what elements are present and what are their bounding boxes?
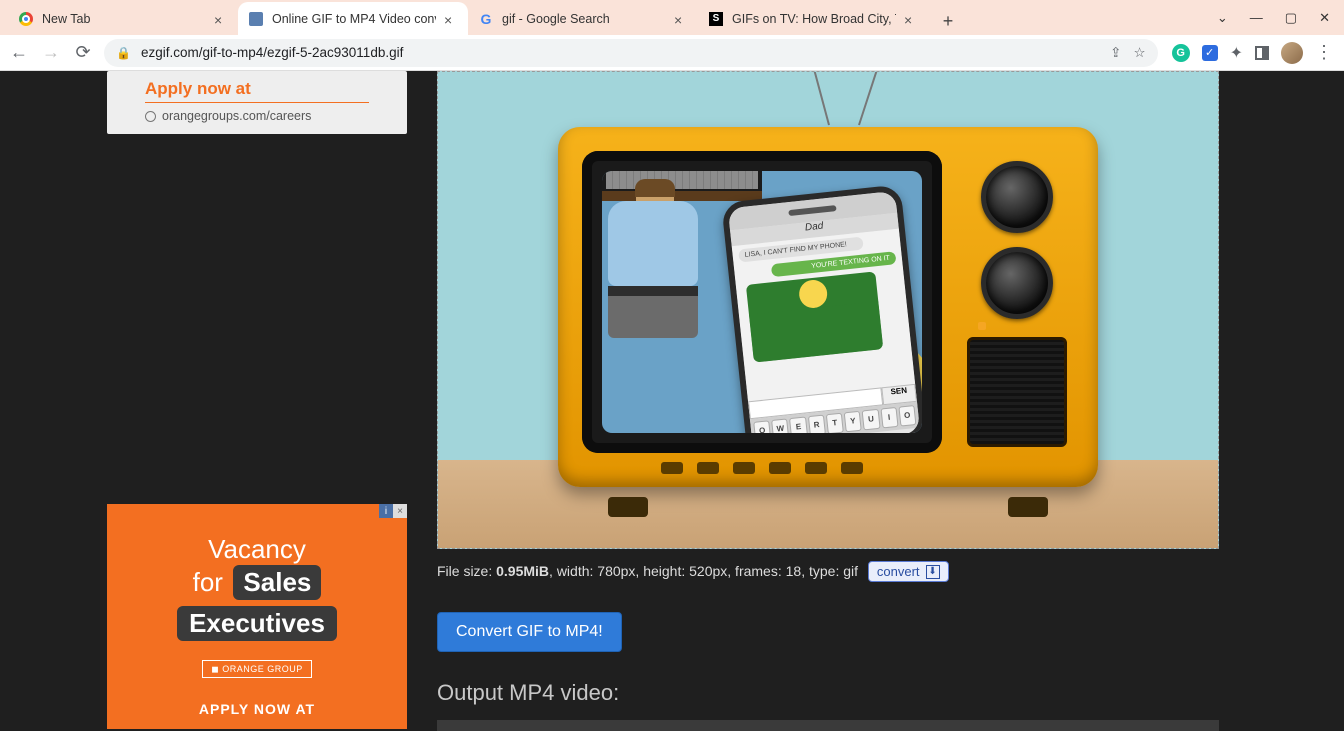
convert-button[interactable]: Convert GIF to MP4! xyxy=(437,612,622,652)
tab-title: gif - Google Search xyxy=(502,12,666,26)
tv-knob xyxy=(981,161,1053,233)
tab-title: GIFs on TV: How Broad City, The xyxy=(732,12,896,26)
ad-badge: ◼ ORANGE GROUP xyxy=(202,660,311,678)
minimize-icon[interactable]: — xyxy=(1250,10,1263,25)
chevron-down-icon[interactable]: ⌄ xyxy=(1217,10,1228,26)
send-label: SEN xyxy=(881,384,917,405)
gif-bubble xyxy=(746,271,883,362)
share-icon[interactable]: ⇪ xyxy=(1110,45,1121,61)
tab-title: Online GIF to MP4 Video convert xyxy=(272,12,436,26)
sidepanel-icon[interactable] xyxy=(1255,46,1269,60)
ad-cta: APPLY NOW AT xyxy=(107,701,407,717)
close-icon[interactable]: × xyxy=(214,12,228,26)
ad-apply-text: Apply now at xyxy=(145,79,369,103)
tv-speaker xyxy=(967,337,1067,447)
ad-careers-text: orangegroups.com/careers xyxy=(145,109,407,123)
close-icon[interactable]: × xyxy=(444,12,458,26)
ad-text: for xyxy=(193,567,223,597)
output-heading: Output MP4 video: xyxy=(437,680,1344,706)
file-size: 0.95MiB xyxy=(496,563,549,579)
convert-link[interactable]: convert ⬇ xyxy=(868,561,949,582)
window-controls: ⌄ — ▢ ✕ xyxy=(1217,0,1344,35)
tab-gifs-on-tv[interactable]: S GIFs on TV: How Broad City, The × xyxy=(698,2,928,35)
tv-knob xyxy=(981,247,1053,319)
ad-info-icon[interactable]: i xyxy=(379,504,393,518)
close-icon[interactable]: × xyxy=(904,12,918,26)
extensions-area: G ✓ ✦ ⋮ xyxy=(1168,42,1336,64)
address-bar[interactable]: 🔒 ezgif.com/gif-to-mp4/ezgif-5-2ac93011d… xyxy=(104,39,1158,67)
page-viewport: Apply now at orangegroups.com/careers i … xyxy=(0,71,1344,731)
menu-icon[interactable]: ⋮ xyxy=(1315,42,1332,63)
file-meta: File size: 0.95MiB, width: 780px, height… xyxy=(437,561,1344,582)
url-text: ezgif.com/gif-to-mp4/ezgif-5-2ac93011db.… xyxy=(141,45,403,60)
tab-newtab[interactable]: New Tab × xyxy=(8,2,238,35)
profile-avatar[interactable] xyxy=(1281,42,1303,64)
ad-banner-top[interactable]: Apply now at orangegroups.com/careers xyxy=(107,71,407,134)
chrome-icon xyxy=(18,11,34,27)
grammarly-icon[interactable]: G xyxy=(1172,44,1190,62)
ezgif-icon xyxy=(248,11,264,27)
main-column: Dad LISA, I CAN'T FIND MY PHONE! YOU'RE … xyxy=(437,71,1344,731)
ad-banner-side[interactable]: i × Vacancy for Sales Executives ◼ ORANG… xyxy=(107,504,407,729)
close-icon[interactable]: × xyxy=(674,12,688,26)
lock-icon: 🔒 xyxy=(116,46,131,60)
ad-text: Sales xyxy=(233,565,321,600)
square-s-icon: S xyxy=(708,11,724,27)
google-icon: G xyxy=(478,11,494,27)
ad-text: Vacancy xyxy=(208,534,306,564)
toolbar: ← → ⟳ 🔒 ezgif.com/gif-to-mp4/ezgif-5-2ac… xyxy=(0,35,1344,71)
tabstrip: New Tab × Online GIF to MP4 Video conver… xyxy=(0,0,1344,35)
globe-icon xyxy=(145,111,156,122)
download-icon: ⬇ xyxy=(926,565,940,579)
gif-preview: Dad LISA, I CAN'T FIND MY PHONE! YOU'RE … xyxy=(437,71,1219,549)
phone-illustration: Dad LISA, I CAN'T FIND MY PHONE! YOU'RE … xyxy=(721,184,922,433)
tab-google[interactable]: G gif - Google Search × xyxy=(468,2,698,35)
ad-close-icon[interactable]: × xyxy=(393,504,407,518)
back-button[interactable]: ← xyxy=(8,42,30,64)
close-window-icon[interactable]: ✕ xyxy=(1319,10,1330,26)
tab-title: New Tab xyxy=(42,12,206,26)
output-placeholder xyxy=(437,720,1219,731)
reload-button[interactable]: ⟳ xyxy=(72,42,94,64)
bookmark-icon[interactable]: ☆ xyxy=(1133,45,1145,61)
ad-text: Executives xyxy=(177,606,337,641)
left-column: Apply now at orangegroups.com/careers i … xyxy=(0,71,437,731)
maximize-icon[interactable]: ▢ xyxy=(1285,10,1297,26)
tab-ezgif[interactable]: Online GIF to MP4 Video convert × xyxy=(238,2,468,35)
extension-check-icon[interactable]: ✓ xyxy=(1202,45,1218,61)
forward-button[interactable]: → xyxy=(40,42,62,64)
new-tab-button[interactable]: + xyxy=(934,7,962,35)
extensions-icon[interactable]: ✦ xyxy=(1230,43,1243,63)
tv-illustration: Dad LISA, I CAN'T FIND MY PHONE! YOU'RE … xyxy=(558,107,1098,517)
